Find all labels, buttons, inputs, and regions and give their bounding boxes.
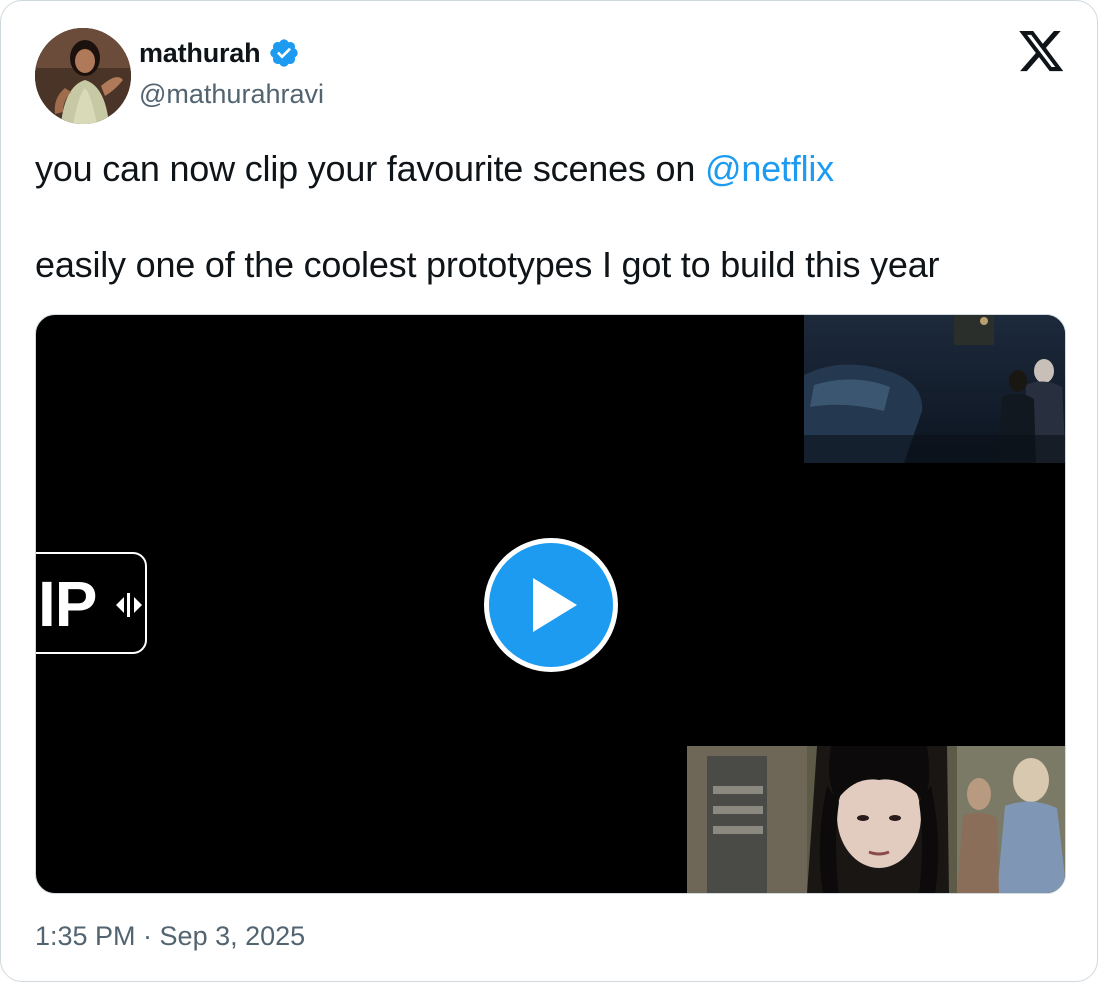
author-handle[interactable]: @mathurahravi — [139, 79, 324, 110]
avatar-image — [35, 28, 131, 124]
x-logo-icon[interactable] — [1019, 31, 1065, 73]
mention-link[interactable]: @netflix — [705, 148, 834, 189]
clip-label: IP — [38, 568, 97, 640]
play-icon — [533, 578, 577, 632]
tweet-text-line-1: you can now clip your favourite scenes o… — [35, 145, 1075, 193]
play-button[interactable] — [484, 538, 618, 672]
drag-arrows-icon — [116, 593, 142, 617]
tweet-text: you can now clip your favourite scenes o… — [35, 145, 1075, 289]
video-player[interactable]: IP — [35, 314, 1066, 894]
verified-badge-icon — [268, 37, 300, 69]
tweet-timestamp[interactable]: 1:35 PM · Sep 3, 2025 — [35, 921, 305, 952]
author-avatar[interactable] — [35, 28, 131, 124]
author-display-name[interactable]: mathurah — [139, 38, 261, 69]
tweet-text-line-2: easily one of the coolest prototypes I g… — [35, 244, 940, 285]
video-thumbnail-bottom — [687, 746, 1065, 893]
clip-handle[interactable]: IP — [36, 552, 147, 654]
video-thumbnail-top — [804, 315, 1065, 463]
tweet-card: mathurah @mathurahravi you can now clip … — [0, 0, 1098, 982]
tweet-text-prefix: you can now clip your favourite scenes o… — [35, 148, 705, 189]
author-name-row[interactable]: mathurah — [139, 35, 300, 71]
